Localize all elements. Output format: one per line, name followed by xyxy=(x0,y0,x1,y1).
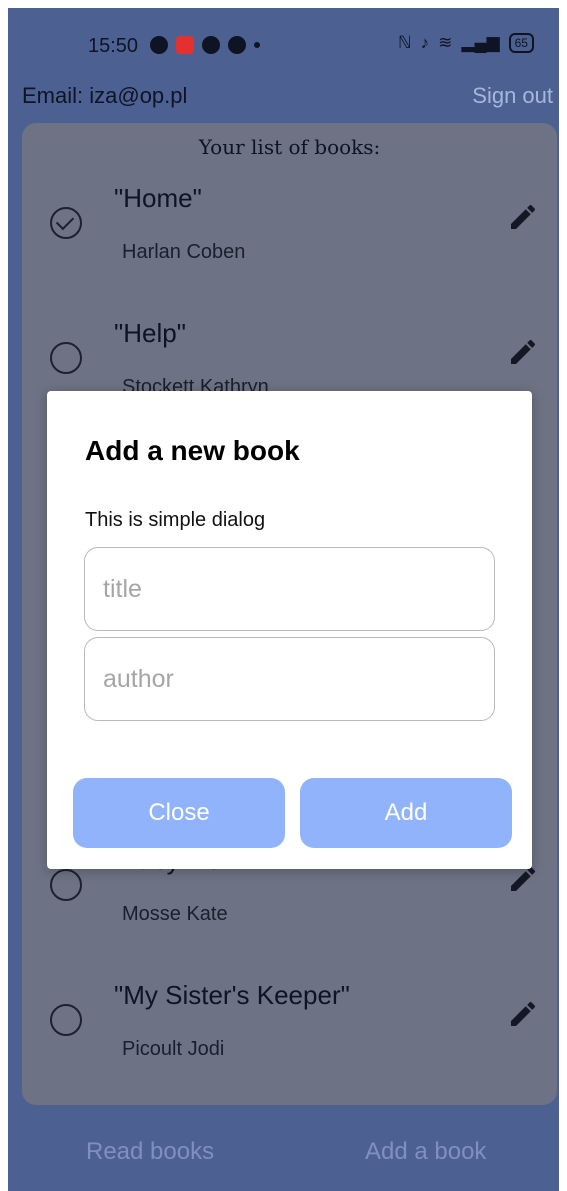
close-button[interactable]: Close xyxy=(73,778,285,848)
status-time: 15:50 xyxy=(88,35,139,57)
video-notification-icon xyxy=(176,36,194,54)
sign-out-button[interactable]: Sign out xyxy=(472,83,553,109)
author-input[interactable] xyxy=(84,637,495,721)
bottom-nav: Read books Add a book xyxy=(8,1118,559,1188)
dialog-description: This is simple dialog xyxy=(85,509,266,531)
edit-pencil-icon[interactable] xyxy=(507,998,539,1030)
book-item: "My Sister's Keeper" Picoult Jodi xyxy=(22,968,557,1088)
app-notification-icon xyxy=(228,36,246,54)
signal-icon: ▂▄▆ xyxy=(461,33,500,52)
wifi-icon: ≋ xyxy=(438,33,453,52)
book-title: "My Sister's Keeper" xyxy=(114,980,350,1010)
list-title: Your list of books: xyxy=(198,135,381,159)
status-bar: 15:50 ℕ ♪ ≋ ▂▄▆ 65 xyxy=(8,8,559,80)
read-checkbox-unchecked-icon[interactable] xyxy=(50,342,82,374)
book-author: Picoult Jodi xyxy=(122,1038,225,1060)
book-title: "Help" xyxy=(114,318,186,348)
dialog-title: Add a new book xyxy=(85,435,300,466)
nav-read-books[interactable]: Read books xyxy=(86,1138,214,1166)
user-email: Email: iza@op.pl xyxy=(22,83,188,108)
system-icons: ℕ ♪ ≋ ▂▄▆ 65 xyxy=(398,33,534,53)
app-screen: 15:50 ℕ ♪ ≋ ▂▄▆ 65 Email: iza@op.pl Sign… xyxy=(8,8,559,1191)
pinterest-notification-icon xyxy=(202,36,220,54)
book-author: Mosse Kate xyxy=(122,903,228,925)
nfc-icon: ℕ xyxy=(398,33,412,52)
read-checkbox-checked-icon[interactable] xyxy=(50,207,82,239)
emoji-notification-icon xyxy=(150,36,168,54)
book-author: Harlan Coben xyxy=(122,241,246,263)
book-item: "Home" Harlan Coben xyxy=(22,171,557,291)
edit-pencil-icon[interactable] xyxy=(507,201,539,233)
book-title: "Home" xyxy=(114,183,202,213)
add-book-dialog: Add a new book This is simple dialog Clo… xyxy=(47,391,532,869)
read-checkbox-unchecked-icon[interactable] xyxy=(50,869,82,901)
edit-pencil-icon[interactable] xyxy=(507,336,539,368)
read-checkbox-unchecked-icon[interactable] xyxy=(50,1004,82,1036)
battery-icon: 65 xyxy=(508,33,534,53)
nav-add-book[interactable]: Add a book xyxy=(365,1138,486,1166)
title-input[interactable] xyxy=(84,547,495,631)
more-notifications-icon xyxy=(254,42,260,48)
add-button[interactable]: Add xyxy=(300,778,512,848)
notification-icons xyxy=(150,36,260,54)
mute-icon: ♪ xyxy=(420,33,430,52)
